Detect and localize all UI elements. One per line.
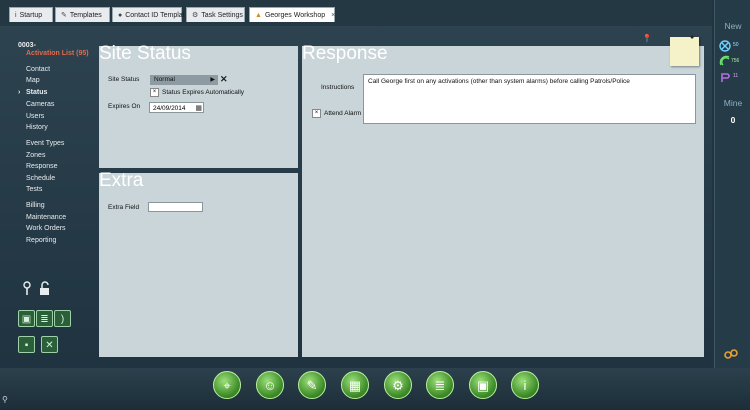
- info-icon: i: [523, 378, 527, 393]
- sidebar-item-event-types[interactable]: Event Types: [26, 140, 64, 147]
- unlock-icon[interactable]: [38, 281, 52, 296]
- checkbox-checked-icon: ×: [150, 88, 159, 97]
- extra-field-input[interactable]: [148, 202, 203, 212]
- extra-field-label: Extra Field: [108, 204, 140, 211]
- sidebar-item-maintenance[interactable]: Maintenance: [26, 214, 66, 221]
- clear-status-icon[interactable]: ✕: [220, 74, 228, 85]
- calendar-icon[interactable]: ▦: [195, 103, 202, 114]
- purple-alarm-icon[interactable]: [719, 71, 731, 83]
- sidebar-item-map[interactable]: Map: [26, 77, 40, 84]
- lock-icon: ▣: [476, 378, 490, 393]
- site-status-label: Site Status: [108, 76, 140, 83]
- tab-bar: i Startup ✎ Templates ● Contact ID Templat …: [0, 0, 712, 26]
- tab-templates[interactable]: ✎ Templates: [55, 7, 110, 22]
- new-alarm-count: 50: [733, 42, 739, 48]
- sidebar-item-schedule[interactable]: Schedule: [26, 175, 55, 182]
- photo-button[interactable]: ▣: [18, 310, 35, 327]
- toolbar-notes-button[interactable]: ≣: [426, 371, 454, 399]
- status-expires-checkbox[interactable]: × Status Expires Automatically: [150, 88, 244, 97]
- gear-icon: ⚙: [192, 12, 199, 19]
- notes-button[interactable]: ≣: [36, 310, 53, 327]
- notes-icon: ≣: [40, 314, 49, 325]
- new-alarm-icon[interactable]: [719, 40, 731, 52]
- site-status-select[interactable]: Normal ▶: [150, 75, 218, 85]
- wrench-icon: ✎: [61, 12, 67, 19]
- signal-alarm-count: 756: [731, 58, 740, 64]
- purple-alarm-count: 11: [733, 73, 739, 79]
- toolbar-tools-button[interactable]: ✎: [298, 371, 326, 399]
- dropdown-arrow-icon: ▶: [210, 77, 215, 83]
- mine-count: 0: [730, 115, 736, 125]
- tab-georges-workshop[interactable]: ▲ Georges Workshop ×: [249, 7, 335, 22]
- sidebar-item-tests[interactable]: Tests: [26, 186, 42, 193]
- toolbar-settings-button[interactable]: ⚙: [384, 371, 412, 399]
- note-pin-icon: ●: [690, 34, 695, 41]
- tab-contact-id-templates[interactable]: ● Contact ID Templat: [112, 7, 185, 22]
- people-icon: ☺: [263, 378, 277, 393]
- wrench-icon: ✎: [306, 378, 318, 393]
- toolbar-antenna-button[interactable]: ⌖: [213, 371, 241, 399]
- calendar-icon: ▦: [348, 378, 362, 393]
- tab-task-settings[interactable]: ⚙ Task Settings: [186, 7, 245, 22]
- gear-icon: ⚙: [392, 378, 404, 393]
- toolbar-info-button[interactable]: i: [511, 371, 539, 399]
- extra-heading: Extra: [99, 170, 144, 191]
- sidebar-item-contact[interactable]: Contact: [26, 66, 50, 73]
- info-icon: i: [15, 12, 17, 19]
- extra-panel: Extra: [99, 170, 298, 357]
- bottom-toolbar: [0, 368, 750, 410]
- person-icon: ●: [118, 12, 123, 19]
- sidebar-item-billing[interactable]: Billing: [26, 202, 45, 209]
- activation-list-link[interactable]: Activation List (95): [26, 50, 89, 57]
- alert-icon: ▲: [255, 12, 262, 19]
- expires-on-label: Expires On: [108, 103, 141, 110]
- link-icon[interactable]: [723, 348, 739, 360]
- cancel-button[interactable]: ✕: [41, 336, 58, 353]
- sidebar-item-response[interactable]: Response: [26, 163, 58, 170]
- antenna-icon[interactable]: [20, 280, 34, 296]
- instructions-label: Instructions: [321, 84, 355, 91]
- expires-on-date-input[interactable]: 24/09/2014 ▦: [149, 102, 204, 113]
- tab-startup[interactable]: i Startup: [9, 7, 53, 22]
- signal-button[interactable]: ): [54, 310, 71, 327]
- mine-label: Mine: [723, 98, 743, 108]
- sidebar-item-status[interactable]: › Status: [18, 89, 47, 96]
- sticky-note[interactable]: [670, 37, 699, 66]
- signal-alarm-icon[interactable]: [719, 55, 731, 67]
- sidebar-item-zones[interactable]: Zones: [26, 152, 45, 159]
- photo-icon: ▣: [21, 314, 32, 325]
- toolbar-lock-button[interactable]: ▣: [469, 371, 497, 399]
- signal-icon: ): [60, 314, 65, 325]
- notes-icon: ≣: [434, 378, 446, 393]
- sidebar-item-cameras[interactable]: Cameras: [26, 101, 54, 108]
- attend-alarm-checkbox[interactable]: × Attend Alarm: [312, 109, 361, 118]
- site-id: 0003-: [18, 42, 36, 49]
- right-panel: New 50 756 11 Mine 0: [714, 0, 750, 368]
- toolbar-people-button[interactable]: ☺: [256, 371, 284, 399]
- current-arrow-icon: ›: [18, 89, 21, 96]
- pin-icon[interactable]: 📍: [642, 34, 652, 43]
- save-icon: ▪: [24, 340, 29, 351]
- sidebar-item-history[interactable]: History: [26, 124, 48, 131]
- close-tab-icon[interactable]: ×: [331, 12, 335, 19]
- site-status-heading: Site Status: [99, 43, 191, 64]
- checkbox-checked-icon: ×: [312, 109, 321, 118]
- antenna-icon: ⌖: [223, 378, 231, 393]
- sidebar-item-work-orders[interactable]: Work Orders: [26, 225, 66, 232]
- sidebar-item-users[interactable]: Users: [26, 113, 44, 120]
- instructions-textarea[interactable]: Call George first on any activations (ot…: [363, 74, 696, 124]
- save-button[interactable]: ▪: [18, 336, 35, 353]
- close-icon: ✕: [45, 340, 54, 351]
- toolbar-calendar-button[interactable]: ▦: [341, 371, 369, 399]
- sidebar-item-reporting[interactable]: Reporting: [26, 237, 56, 244]
- response-heading: Response: [302, 43, 388, 64]
- new-label: New: [724, 21, 742, 31]
- corner-link-icon[interactable]: ⚲: [2, 395, 8, 404]
